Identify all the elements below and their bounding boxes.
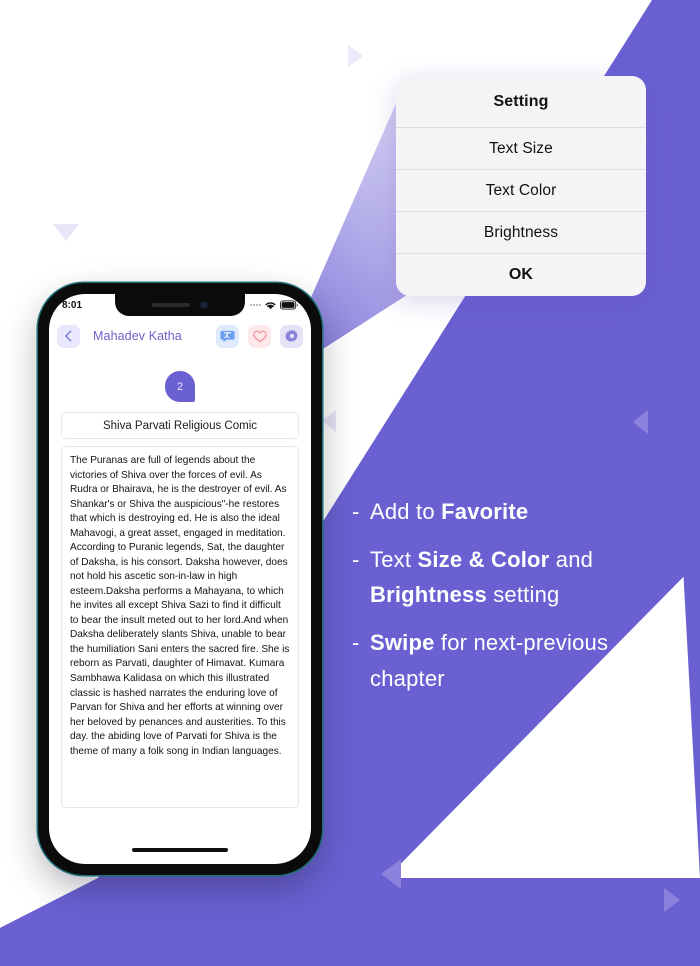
- back-button[interactable]: [57, 324, 80, 348]
- setting-dialog: Setting Text Size Text Color Brightness …: [396, 76, 646, 296]
- app-title: Mahadev Katha: [93, 329, 182, 343]
- list-item: - Add to Favorite: [352, 494, 682, 530]
- gear-icon: [284, 329, 298, 343]
- feature-segment: Text: [370, 546, 418, 572]
- feature-text-swipe-chapter: Swipe for next-previous chapter: [370, 625, 682, 696]
- status-indicators: [250, 300, 298, 310]
- feature-dash: -: [352, 546, 360, 572]
- wifi-icon: [265, 302, 276, 310]
- feature-text-text-settings: Text Size & Color and Brightness setting: [370, 542, 682, 613]
- signal-dots-icon: [250, 304, 261, 306]
- earpiece-speaker: [152, 303, 190, 307]
- setting-option-text-size[interactable]: Text Size: [396, 128, 646, 170]
- phone-screen: 8:01 Mahadev Katha 2 Shiva Parvati Relig…: [49, 294, 311, 864]
- chapter-title: Shiva Parvati Religious Comic: [61, 412, 299, 439]
- chapter-badge[interactable]: 2: [165, 371, 195, 402]
- feature-segment: setting: [486, 582, 560, 608]
- feature-segment-bold: Size & Color: [417, 546, 550, 572]
- setting-option-brightness[interactable]: Brightness: [396, 212, 646, 254]
- story-card[interactable]: The Puranas are full of legends about th…: [61, 446, 299, 808]
- home-indicator[interactable]: [132, 848, 228, 852]
- promo-canvas: Setting Text Size Text Color Brightness …: [0, 0, 700, 966]
- settings-button[interactable]: [280, 324, 303, 348]
- triangle-bottom-left: [381, 859, 401, 889]
- battery-icon: [280, 300, 298, 310]
- feature-list: - Add to Favorite - Text Size & Color an…: [352, 494, 682, 708]
- triangle-bottom-right: [664, 888, 680, 912]
- chevron-left-icon: [65, 330, 72, 342]
- feature-text-add-to-favorite: Add to Favorite: [370, 494, 528, 530]
- triangle-phone-right: [322, 410, 336, 432]
- status-time: 8:01: [62, 299, 83, 311]
- app-header: Mahadev Katha: [49, 319, 311, 353]
- triangle-right-mid: [633, 410, 648, 434]
- story-text: The Puranas are full of legends about th…: [70, 455, 293, 757]
- phone-notch: [115, 294, 245, 316]
- setting-ok-button[interactable]: OK: [396, 254, 646, 296]
- list-item: - Text Size & Color and Brightness setti…: [352, 542, 682, 613]
- feature-segment: and: [549, 546, 594, 572]
- triangle-left-upper: [53, 224, 79, 241]
- feature-segment-bold: Favorite: [441, 499, 529, 524]
- feature-dash: -: [352, 499, 360, 524]
- phone-mockup: 8:01 Mahadev Katha 2 Shiva Parvati Relig…: [38, 283, 322, 875]
- translate-button[interactable]: [216, 324, 239, 348]
- favorite-button[interactable]: [248, 324, 271, 348]
- heart-icon: [252, 330, 267, 342]
- front-camera-icon: [200, 301, 208, 309]
- setting-option-text-color[interactable]: Text Color: [396, 170, 646, 212]
- feature-segment-bold: Brightness: [370, 582, 487, 608]
- setting-dialog-title: Setting: [396, 76, 646, 128]
- feature-segment-bold: Swipe: [370, 629, 435, 655]
- list-item: - Swipe for next-previous chapter: [352, 625, 682, 696]
- translate-bubble-icon: [220, 330, 235, 342]
- feature-dash: -: [352, 629, 360, 655]
- feature-segment: Add to: [370, 499, 442, 524]
- triangle-top-center: [348, 45, 363, 67]
